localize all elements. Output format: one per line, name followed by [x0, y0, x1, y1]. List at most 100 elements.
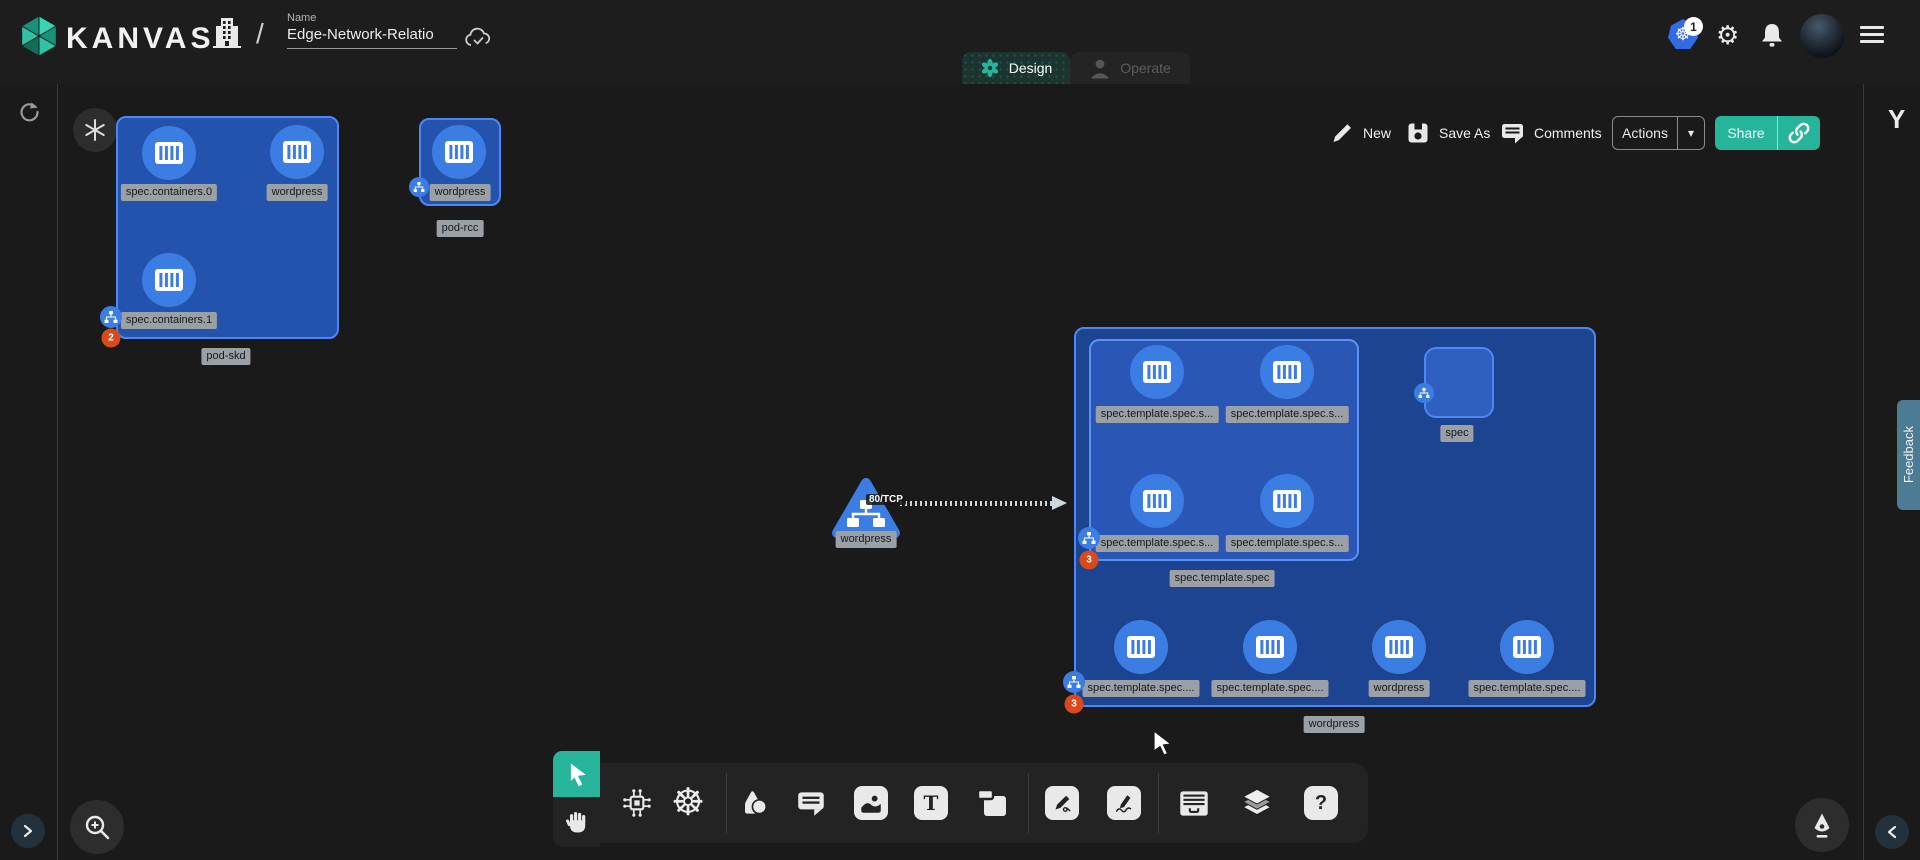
feedback-label: Feedback [1901, 426, 1916, 483]
node-label: spec.template.spec.s... [1096, 535, 1219, 552]
save-as-label: Save As [1439, 125, 1490, 141]
node-wordpress-pod-rcc[interactable] [432, 125, 486, 179]
comment-icon [1500, 121, 1525, 145]
notifications-bell-icon[interactable] [1758, 21, 1786, 51]
breadcrumb-separator: / [256, 18, 264, 50]
tool-tab[interactable] [974, 786, 1010, 820]
zoom-search-button[interactable] [70, 800, 124, 854]
app-header: KANVAS / Name [0, 0, 1920, 84]
comments-button[interactable]: Comments [1500, 116, 1602, 150]
save-as-button[interactable]: Save As [1406, 116, 1490, 150]
tab-design-label: Design [1009, 60, 1053, 76]
comments-label: Comments [1534, 125, 1602, 141]
tool-shapes[interactable] [736, 786, 770, 820]
organization-icon[interactable] [210, 14, 244, 52]
node-template-container-3[interactable] [1260, 474, 1314, 528]
dock-divider [1158, 773, 1159, 833]
tab-design[interactable]: Design [962, 52, 1070, 84]
shapes-icon [736, 786, 770, 820]
pen-mode-button[interactable] [1795, 798, 1849, 852]
container-icon [1142, 489, 1172, 513]
node-template-container-1[interactable] [1260, 345, 1314, 399]
pen-nib-icon [1808, 811, 1836, 839]
tab-operate-label: Operate [1120, 60, 1171, 76]
pencil-icon [1330, 121, 1354, 145]
node-label: spec.containers.0 [121, 184, 217, 201]
tool-layers[interactable] [1238, 784, 1276, 822]
chevron-left-icon [1884, 824, 1900, 840]
node-bottom-3[interactable] [1500, 620, 1554, 674]
container-icon [1272, 489, 1302, 513]
menu-hamburger-icon[interactable] [1860, 26, 1884, 43]
dock-divider [726, 773, 727, 833]
tool-component[interactable] [619, 785, 655, 821]
tab-operate[interactable]: Operate [1070, 52, 1190, 84]
tool-comment[interactable] [794, 786, 828, 820]
magnifier-plus-icon [82, 812, 112, 842]
share-nodes-badge-icon[interactable] [1063, 671, 1085, 693]
share-nodes-badge-icon[interactable] [100, 306, 122, 328]
person-icon [1089, 57, 1111, 79]
share-nodes-badge-icon[interactable] [409, 177, 429, 197]
node-template-container-0[interactable] [1130, 345, 1184, 399]
actions-button[interactable]: Actions ▾ [1612, 116, 1705, 150]
group-label: pod-skd [201, 348, 250, 365]
snowflake-button[interactable] [73, 108, 117, 152]
settings-gear-icon[interactable]: ⚙ [1716, 20, 1739, 50]
tool-media[interactable] [854, 786, 888, 820]
alert-count-badge[interactable]: 2 [102, 329, 121, 348]
question-mark-icon: ? [1304, 786, 1338, 820]
actions-label: Actions [1613, 125, 1677, 141]
right-panel-divider [1863, 84, 1864, 860]
sync-status-icon[interactable] [16, 100, 40, 129]
container-icon [1126, 635, 1156, 659]
user-avatar[interactable] [1800, 14, 1844, 58]
caret-down-icon[interactable]: ▾ [1678, 126, 1704, 140]
share-button[interactable]: Share [1715, 116, 1820, 150]
edge-service-to-deployment[interactable] [900, 501, 1058, 506]
tool-select-button[interactable] [553, 751, 600, 797]
design-name-input[interactable] [287, 26, 457, 49]
tool-drawer[interactable] [1175, 785, 1213, 821]
tool-kubernetes[interactable]: ☸ [671, 784, 705, 822]
tab-window-icon [974, 786, 1010, 820]
node-template-container-2[interactable] [1130, 474, 1184, 528]
node-label: spec.containers.1 [121, 312, 217, 329]
app-window: KANVAS / Name [0, 0, 1920, 860]
floppy-save-icon [1406, 121, 1430, 145]
container-icon [1512, 635, 1542, 659]
node-label: spec.template.spec.... [1469, 680, 1586, 697]
node-bottom-1[interactable] [1243, 620, 1297, 674]
expand-left-panel-button[interactable] [11, 814, 45, 848]
tool-pan-button[interactable] [553, 797, 600, 847]
alert-count-badge[interactable]: 3 [1080, 551, 1099, 570]
node-bottom-2[interactable] [1372, 620, 1426, 674]
feedback-tab[interactable]: Feedback [1897, 400, 1920, 510]
design-name-label: Name [287, 12, 463, 24]
container-icon [1272, 360, 1302, 384]
kanvas-logo-icon[interactable] [16, 13, 62, 64]
node-spec-containers-1[interactable] [142, 253, 196, 307]
new-button[interactable]: New [1330, 116, 1391, 150]
node-label: wordpress [430, 184, 491, 201]
edge-arrowhead [1052, 496, 1067, 510]
share-nodes-badge-icon[interactable] [1078, 527, 1100, 549]
layers-icon [1238, 784, 1276, 822]
collapse-right-panel-button[interactable] [1875, 815, 1909, 849]
container-icon [154, 268, 184, 292]
node-label: spec.template.spec.s... [1226, 535, 1349, 552]
alert-count-badge[interactable]: 3 [1065, 695, 1084, 714]
tool-pen[interactable] [1045, 786, 1079, 820]
node-spec-containers-0[interactable] [142, 126, 196, 180]
share-nodes-badge-icon[interactable] [1414, 383, 1434, 403]
group-label: spec.template.spec [1170, 570, 1275, 587]
tool-sketch[interactable] [1107, 786, 1141, 820]
copy-link-icon[interactable] [1778, 121, 1820, 145]
container-icon [1255, 635, 1285, 659]
group-spec[interactable] [1424, 347, 1494, 418]
tool-help[interactable]: ? [1304, 786, 1338, 820]
node-wordpress-pod-skd[interactable] [270, 125, 324, 179]
container-icon [1384, 635, 1414, 659]
node-bottom-0[interactable] [1114, 620, 1168, 674]
tool-text[interactable]: T [914, 786, 948, 820]
